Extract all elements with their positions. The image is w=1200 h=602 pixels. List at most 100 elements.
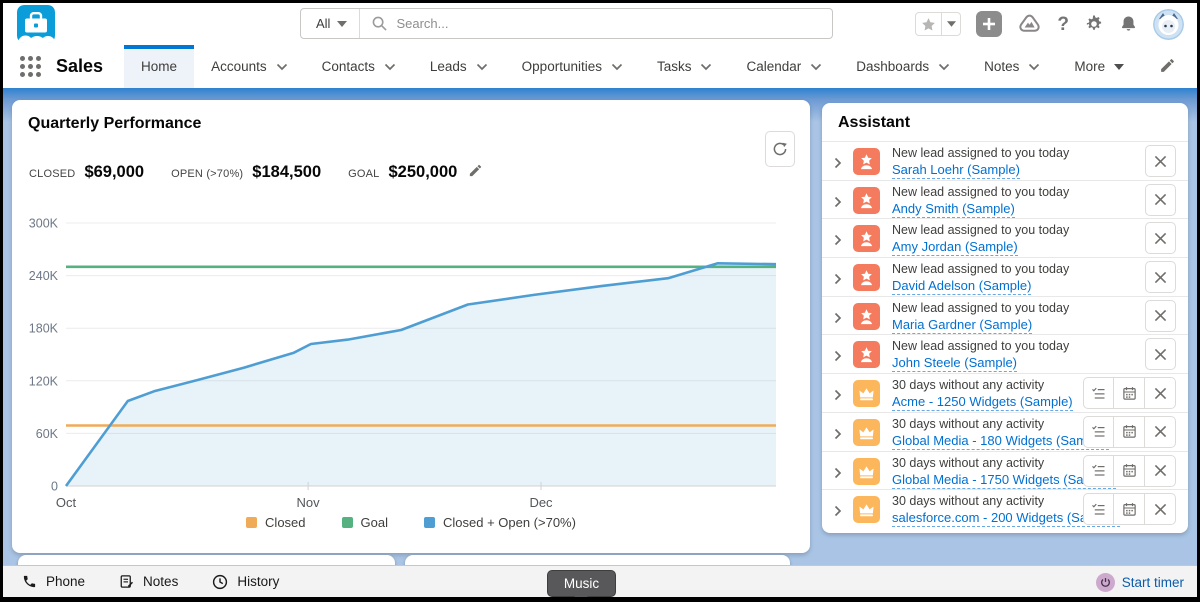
trailhead-icon[interactable] bbox=[1017, 14, 1042, 35]
favorites-star-icon[interactable] bbox=[915, 12, 942, 36]
close-button[interactable] bbox=[1145, 261, 1176, 293]
app-launcher-waffle-icon[interactable] bbox=[20, 56, 41, 77]
task-button[interactable] bbox=[1083, 416, 1114, 448]
assistant-item-message: New lead assigned to you today bbox=[892, 300, 1069, 316]
chevron-right-icon[interactable] bbox=[834, 195, 842, 213]
tab-contacts[interactable]: Contacts bbox=[305, 45, 413, 88]
dropdown-filled-icon[interactable] bbox=[1114, 64, 1124, 70]
assistant-item-message: 30 days without any activity bbox=[892, 416, 1109, 432]
assistant-item-link[interactable]: Global Media - 180 Widgets (Sample) bbox=[892, 433, 1109, 450]
setup-gear-icon[interactable] bbox=[1084, 14, 1104, 34]
tab-calendar[interactable]: Calendar bbox=[729, 45, 839, 88]
user-avatar[interactable] bbox=[1153, 9, 1184, 40]
chevron-down-icon[interactable] bbox=[938, 63, 950, 71]
edit-nav-pencil-icon[interactable] bbox=[1159, 57, 1176, 79]
tab-home[interactable]: Home bbox=[124, 45, 194, 88]
close-button[interactable] bbox=[1145, 222, 1176, 254]
utility-item-notes[interactable]: Notes bbox=[119, 574, 178, 589]
assistant-item-link[interactable]: Amy Jordan (Sample) bbox=[892, 239, 1018, 256]
assistant-item-link[interactable]: Sarah Loehr (Sample) bbox=[892, 162, 1020, 179]
assistant-title: Assistant bbox=[822, 103, 1188, 141]
global-actions-plus-icon[interactable] bbox=[976, 11, 1002, 37]
chevron-down-icon[interactable] bbox=[276, 63, 288, 71]
start-timer-button[interactable]: Start timer bbox=[1096, 566, 1184, 597]
close-button[interactable] bbox=[1145, 416, 1176, 448]
tab-label: Contacts bbox=[322, 59, 375, 74]
close-button[interactable] bbox=[1145, 184, 1176, 216]
lead-icon bbox=[853, 303, 880, 330]
assistant-item-link[interactable]: Maria Gardner (Sample) bbox=[892, 317, 1032, 334]
tab-more[interactable]: More bbox=[1057, 45, 1141, 88]
close-button[interactable] bbox=[1145, 145, 1176, 177]
favorites-control bbox=[915, 12, 961, 36]
close-button[interactable] bbox=[1145, 455, 1176, 487]
opportunity-icon bbox=[853, 419, 880, 446]
edit-goal-pencil-icon[interactable] bbox=[468, 163, 483, 183]
event-button[interactable] bbox=[1114, 493, 1145, 525]
metric-label: CLOSED bbox=[29, 168, 75, 180]
favorites-caret-icon[interactable] bbox=[942, 12, 961, 36]
assistant-item-link[interactable]: David Adelson (Sample) bbox=[892, 278, 1031, 295]
legend-swatch bbox=[424, 517, 435, 528]
search-scope-selector[interactable]: All bbox=[301, 9, 360, 38]
assistant-item-text: New lead assigned to you todaySarah Loeh… bbox=[892, 145, 1069, 179]
tab-notes[interactable]: Notes bbox=[967, 45, 1057, 88]
task-button[interactable] bbox=[1083, 493, 1114, 525]
header-actions: ? bbox=[915, 3, 1184, 45]
legend-item: Goal bbox=[342, 515, 388, 530]
close-button[interactable] bbox=[1145, 338, 1176, 370]
search-input[interactable] bbox=[387, 15, 832, 32]
event-button[interactable] bbox=[1114, 377, 1145, 409]
salesforce-app-logo-icon[interactable] bbox=[17, 5, 55, 43]
tab-label: Calendar bbox=[746, 59, 801, 74]
assistant-item-text: New lead assigned to you todayMaria Gard… bbox=[892, 300, 1069, 334]
utility-item-label: Notes bbox=[143, 574, 178, 589]
chevron-right-icon[interactable] bbox=[834, 427, 842, 445]
chevron-right-icon[interactable] bbox=[834, 233, 842, 251]
chevron-right-icon[interactable] bbox=[834, 272, 842, 290]
close-button[interactable] bbox=[1145, 493, 1176, 525]
chevron-right-icon[interactable] bbox=[834, 504, 842, 522]
refresh-button[interactable] bbox=[765, 131, 795, 167]
assistant-item-link[interactable]: Andy Smith (Sample) bbox=[892, 201, 1015, 218]
tab-opportunities[interactable]: Opportunities bbox=[505, 45, 640, 88]
tab-leads[interactable]: Leads bbox=[413, 45, 505, 88]
assistant-item: New lead assigned to you todayAndy Smith… bbox=[822, 180, 1188, 219]
tab-dashboards[interactable]: Dashboards bbox=[839, 45, 967, 88]
help-icon[interactable]: ? bbox=[1057, 15, 1069, 34]
event-button[interactable] bbox=[1114, 455, 1145, 487]
chevron-right-icon[interactable] bbox=[834, 156, 842, 174]
chevron-right-icon[interactable] bbox=[834, 466, 842, 484]
chevron-down-icon[interactable] bbox=[476, 63, 488, 71]
lead-icon bbox=[853, 187, 880, 214]
chevron-down-icon[interactable] bbox=[700, 63, 712, 71]
metric-value: $69,000 bbox=[84, 163, 144, 182]
chevron-down-icon[interactable] bbox=[611, 63, 623, 71]
refresh-icon bbox=[772, 141, 788, 157]
tab-label: Accounts bbox=[211, 59, 267, 74]
chevron-right-icon[interactable] bbox=[834, 349, 842, 367]
chevron-down-icon[interactable] bbox=[810, 63, 822, 71]
notifications-bell-icon[interactable] bbox=[1119, 15, 1138, 34]
timer-power-icon bbox=[1096, 573, 1115, 592]
assistant-item-text: 30 days without any activityGlobal Media… bbox=[892, 416, 1109, 450]
utility-item-history[interactable]: History bbox=[212, 574, 279, 590]
assistant-item-link[interactable]: Acme - 1250 Widgets (Sample) bbox=[892, 394, 1073, 411]
chevron-right-icon[interactable] bbox=[834, 311, 842, 329]
task-button[interactable] bbox=[1083, 455, 1114, 487]
close-button[interactable] bbox=[1145, 377, 1176, 409]
metric-label: GOAL bbox=[348, 168, 379, 180]
tab-tasks[interactable]: Tasks bbox=[640, 45, 730, 88]
utility-item-phone[interactable]: Phone bbox=[22, 574, 85, 589]
event-button[interactable] bbox=[1114, 416, 1145, 448]
assistant-item-message: New lead assigned to you today bbox=[892, 184, 1069, 200]
chevron-down-icon[interactable] bbox=[1028, 63, 1040, 71]
task-button[interactable] bbox=[1083, 377, 1114, 409]
assistant-item-link[interactable]: John Steele (Sample) bbox=[892, 355, 1017, 372]
global-search: All bbox=[300, 8, 833, 39]
svg-text:0: 0 bbox=[51, 480, 58, 494]
chevron-down-icon[interactable] bbox=[384, 63, 396, 71]
close-button[interactable] bbox=[1145, 300, 1176, 332]
tab-accounts[interactable]: Accounts bbox=[194, 45, 305, 88]
chevron-right-icon[interactable] bbox=[834, 388, 842, 406]
